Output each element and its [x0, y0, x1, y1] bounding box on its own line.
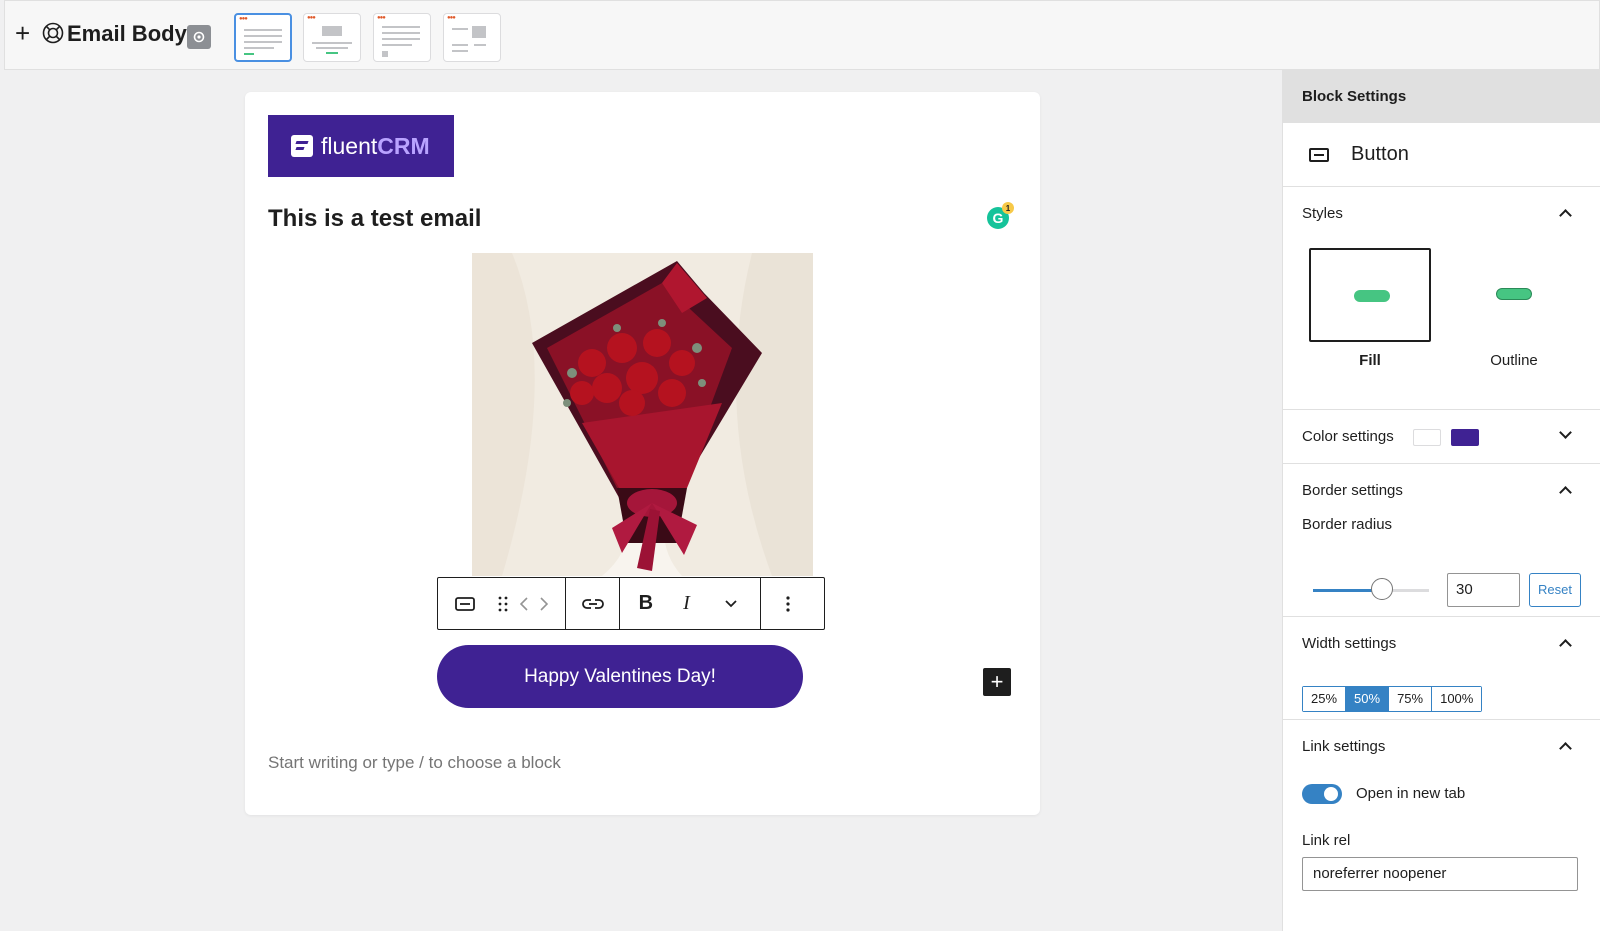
- thumbnail-dots-icon: ●●●: [307, 15, 316, 21]
- border-settings-panel: Border settings Border radius 30 Reset: [1283, 464, 1600, 617]
- editor-canvas: fluentCRM This is a test email G 1 B I H…: [0, 70, 1282, 931]
- link-settings-panel: Link settings Open in new tab Link rel n…: [1283, 720, 1600, 920]
- fill-style-preview: [1354, 290, 1390, 302]
- border-radius-input[interactable]: 30: [1447, 573, 1520, 607]
- width-settings-panel: Width settings 25% 50% 75% 100%: [1283, 617, 1600, 720]
- toolbar-group-options: [761, 578, 815, 629]
- template-thumbnail-2[interactable]: ●●●: [303, 13, 361, 62]
- add-block-button[interactable]: +: [983, 668, 1011, 696]
- style-options: Fill Outline: [1283, 240, 1600, 409]
- width-option-25[interactable]: 25%: [1303, 687, 1347, 711]
- link-settings-title: Link settings: [1302, 738, 1386, 755]
- width-option-75[interactable]: 75%: [1389, 687, 1433, 711]
- style-option-outline[interactable]: [1453, 248, 1575, 342]
- fluentcrm-logo-mark-icon: [291, 135, 313, 157]
- button-block-icon[interactable]: [438, 578, 492, 629]
- move-left-icon[interactable]: [514, 578, 534, 629]
- block-toolbar: B I: [437, 577, 825, 630]
- outline-style-preview: [1496, 288, 1532, 300]
- settings-gear-icon[interactable]: [187, 25, 211, 49]
- border-radius-label: Border radius: [1302, 516, 1393, 533]
- template-thumbnail-4[interactable]: ●●●: [443, 13, 501, 62]
- styles-title: Styles: [1302, 205, 1343, 222]
- top-bar: + Email Body ●●● ●●● ●●● ●●●: [4, 0, 1600, 70]
- border-radius-slider-thumb[interactable]: [1371, 578, 1393, 600]
- rose-bouquet-image[interactable]: [472, 253, 813, 576]
- thumbnail-dots-icon: ●●●: [447, 15, 456, 21]
- template-thumbnail-1[interactable]: ●●●: [234, 13, 292, 62]
- style-label-outline: Outline: [1490, 352, 1538, 369]
- move-right-icon[interactable]: [534, 578, 554, 629]
- drag-handle-icon[interactable]: [492, 578, 514, 629]
- color-settings-panel: Color settings: [1283, 410, 1600, 464]
- chevron-up-icon: [1559, 639, 1572, 652]
- link-settings-header[interactable]: Link settings: [1283, 720, 1600, 773]
- toolbar-group-link: [566, 578, 620, 629]
- selected-block-info: Button: [1283, 123, 1600, 187]
- thumbnail-dots-icon: ●●●: [377, 15, 386, 21]
- background-color-swatch[interactable]: [1451, 429, 1479, 446]
- width-settings-title: Width settings: [1302, 635, 1397, 652]
- link-rel-input[interactable]: noreferrer noopener: [1302, 857, 1578, 891]
- styles-panel: Styles Fill Outline: [1283, 187, 1600, 410]
- width-option-50[interactable]: 50%: [1346, 687, 1390, 711]
- chevron-up-icon: [1559, 209, 1572, 222]
- valentines-cta-button[interactable]: Happy Valentines Day!: [437, 645, 803, 708]
- editor-title: Email Body: [67, 21, 187, 46]
- grammarly-count-badge: 1: [1002, 202, 1014, 214]
- width-settings-header[interactable]: Width settings: [1283, 617, 1600, 670]
- chevron-up-icon: [1559, 486, 1572, 499]
- email-heading[interactable]: This is a test email: [268, 205, 481, 233]
- grammarly-icon[interactable]: G 1: [987, 202, 1014, 229]
- logo-text: fluentCRM: [321, 132, 430, 159]
- add-block-plus-icon[interactable]: +: [15, 20, 30, 46]
- toolbar-group-block: [438, 578, 566, 629]
- fluentcrm-logo[interactable]: fluentCRM: [268, 115, 454, 177]
- selected-block-name: Button: [1351, 143, 1409, 165]
- open-new-tab-label: Open in new tab: [1356, 785, 1466, 802]
- link-icon[interactable]: [566, 578, 619, 629]
- color-settings-title: Color settings: [1302, 428, 1394, 445]
- text-color-swatch[interactable]: [1413, 429, 1441, 446]
- width-option-100[interactable]: 100%: [1432, 687, 1482, 711]
- block-settings-sidebar: Block Settings Button Styles Fill Outlin…: [1282, 70, 1600, 931]
- more-options-icon[interactable]: [761, 578, 815, 629]
- open-new-tab-toggle[interactable]: [1302, 784, 1342, 804]
- new-block-placeholder[interactable]: Start writing or type / to choose a bloc…: [268, 753, 561, 773]
- thumbnail-dots-icon: ●●●: [239, 16, 248, 22]
- sidebar-header[interactable]: Block Settings: [1283, 70, 1600, 123]
- grammarly-letter: G: [992, 210, 1004, 226]
- styles-panel-header[interactable]: Styles: [1283, 187, 1600, 240]
- link-rel-label: Link rel: [1302, 832, 1351, 849]
- lifebuoy-icon[interactable]: [42, 22, 64, 44]
- width-options: 25% 50% 75% 100%: [1302, 686, 1483, 712]
- toolbar-group-format: B I: [620, 578, 761, 629]
- style-option-fill[interactable]: [1309, 248, 1431, 342]
- template-thumbnail-3[interactable]: ●●●: [373, 13, 431, 62]
- color-settings-header[interactable]: Color settings: [1283, 410, 1600, 463]
- bold-icon[interactable]: B: [620, 578, 672, 629]
- border-radius-reset-button[interactable]: Reset: [1529, 573, 1581, 607]
- style-label-fill: Fill: [1359, 352, 1381, 369]
- border-settings-header[interactable]: Border settings: [1283, 464, 1600, 517]
- more-formats-chevron-icon[interactable]: [701, 578, 760, 629]
- button-block-icon: [1309, 147, 1329, 162]
- email-body-card: fluentCRM This is a test email G 1 B I H…: [245, 92, 1040, 815]
- bouquet-illustration: [472, 253, 813, 576]
- border-settings-title: Border settings: [1302, 482, 1403, 499]
- chevron-up-icon: [1559, 742, 1572, 755]
- italic-icon[interactable]: I: [672, 578, 702, 629]
